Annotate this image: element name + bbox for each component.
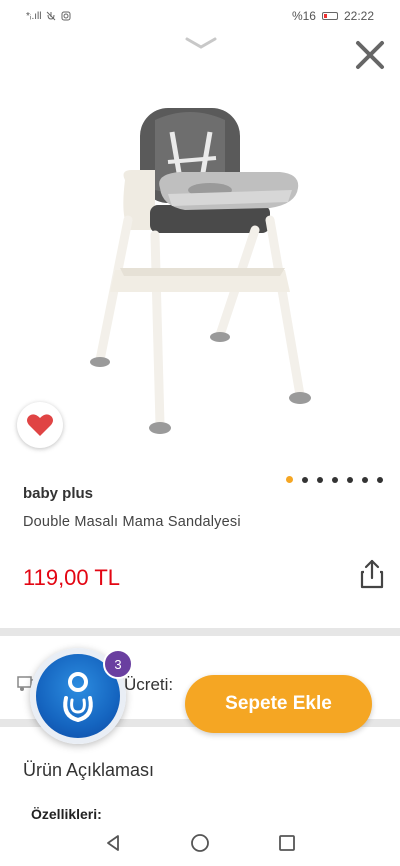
- status-indicators: *ᵢ.ıll: [26, 11, 71, 22]
- section-divider: [0, 628, 400, 636]
- system-navigation-bar: [0, 820, 400, 866]
- image-carousel-dots[interactable]: [286, 476, 383, 483]
- product-description-heading[interactable]: Ürün Açıklaması: [23, 760, 154, 781]
- home-button[interactable]: [188, 831, 212, 855]
- back-button[interactable]: [101, 831, 125, 855]
- product-image[interactable]: [60, 70, 340, 460]
- heart-icon: [27, 414, 53, 436]
- status-bar: *ᵢ.ıll %16 22:22: [0, 0, 400, 32]
- product-price: 119,00 TL: [23, 565, 121, 590]
- favorite-button[interactable]: [17, 402, 63, 448]
- share-icon[interactable]: [358, 558, 386, 590]
- carousel-dot[interactable]: [377, 476, 383, 483]
- carousel-dot[interactable]: [317, 476, 323, 483]
- status-right: %16 22:22: [292, 9, 374, 23]
- mute-icon: [47, 11, 56, 21]
- recents-icon: [278, 835, 295, 851]
- carousel-dot[interactable]: [332, 476, 338, 483]
- battery-icon: [321, 12, 338, 20]
- chevron-down-icon[interactable]: [184, 34, 218, 52]
- shipping-fee-label: Ücreti:: [124, 675, 174, 694]
- back-icon: [107, 835, 120, 851]
- close-icon[interactable]: [353, 38, 387, 72]
- carousel-dot[interactable]: [286, 476, 293, 483]
- instagram-icon: [61, 11, 71, 21]
- battery-percentage: %16: [291, 9, 316, 23]
- carousel-dot[interactable]: [302, 476, 308, 483]
- carousel-dot[interactable]: [362, 476, 368, 483]
- add-to-cart-button[interactable]: Sepete Ekle: [185, 675, 372, 733]
- brand-name[interactable]: baby plus: [23, 485, 93, 502]
- recents-button[interactable]: [275, 831, 299, 855]
- notification-badge: 3: [103, 649, 133, 679]
- status-left-text: *ᵢ.ıll: [26, 10, 42, 22]
- carousel-dot[interactable]: [347, 476, 353, 483]
- product-title: Double Masalı Mama Sandalyesi: [23, 514, 241, 530]
- clock: 22:22: [343, 9, 374, 23]
- home-icon: [191, 834, 209, 852]
